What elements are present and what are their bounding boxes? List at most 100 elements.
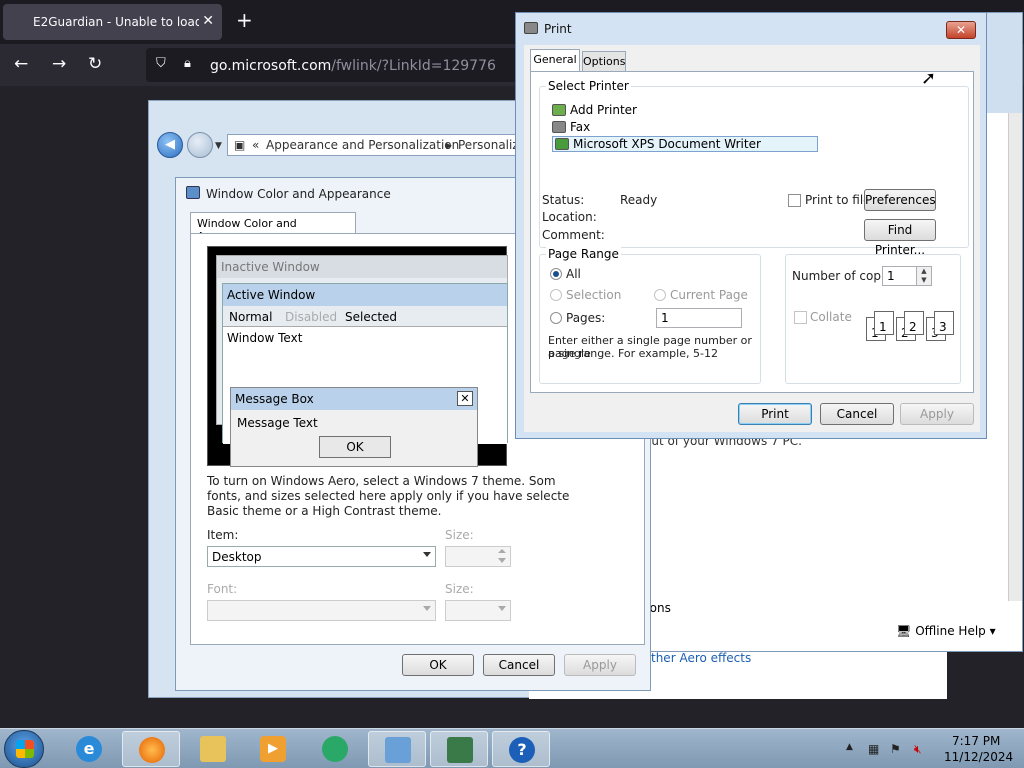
url-host: go.microsoft.com bbox=[210, 58, 332, 74]
monitor-icon: 🖥︎ bbox=[896, 624, 912, 638]
range-selection-radio[interactable] bbox=[550, 289, 562, 301]
apply-button[interactable]: Apply bbox=[564, 654, 636, 676]
folder-icon bbox=[200, 736, 226, 762]
close-tab-icon[interactable]: ✕ bbox=[202, 13, 214, 29]
taskbar-app[interactable] bbox=[306, 731, 364, 767]
item-value: Desktop bbox=[212, 550, 262, 564]
msgbox-ok-button[interactable]: OK bbox=[319, 436, 391, 458]
taskbar-firefox[interactable] bbox=[122, 731, 180, 767]
status-value: Ready bbox=[620, 193, 658, 207]
taskbar-explorer[interactable] bbox=[184, 731, 242, 767]
recent-pages-icon[interactable]: ▼ bbox=[215, 141, 222, 151]
printer-add[interactable]: Add Printer bbox=[552, 103, 637, 117]
dialog-icon bbox=[186, 186, 200, 199]
appearance-preview[interactable]: Inactive Window Active Window Normal Dis… bbox=[207, 246, 508, 467]
font-size-label: Size: bbox=[445, 582, 474, 596]
find-printer-button[interactable]: Find Printer... bbox=[864, 219, 936, 257]
help-icon: ? bbox=[509, 737, 535, 763]
status-label: Status: bbox=[542, 193, 585, 207]
menu-disabled[interactable]: Disabled bbox=[285, 310, 337, 324]
taskbar-help[interactable]: ? bbox=[492, 731, 550, 767]
shield-icon[interactable]: ⛉ bbox=[156, 56, 166, 71]
pages-value: 1 bbox=[661, 311, 669, 325]
breadcrumb-appearance[interactable]: Appearance and Personalization bbox=[266, 138, 459, 152]
cancel-button[interactable]: Cancel bbox=[820, 403, 894, 425]
copies-group: Number of copies: 1 ▲▼ Collate 1 1 2 2 3… bbox=[785, 254, 961, 384]
print-dialog: Print ✕ General Options Select Printer A… bbox=[515, 12, 987, 439]
dropdown-arrow-icon: ▾ bbox=[989, 624, 996, 638]
size-spinner[interactable] bbox=[445, 546, 511, 567]
preview-message-box[interactable]: Message Box ✕ Message Text OK bbox=[230, 387, 478, 467]
pages-input[interactable]: 1 bbox=[656, 308, 742, 328]
back-arrow-icon[interactable]: ◀ bbox=[157, 132, 183, 158]
range-current-label: Current Page bbox=[670, 288, 748, 302]
printer-xps[interactable]: Microsoft XPS Document Writer bbox=[552, 136, 818, 152]
control-panel-icon: ▣ bbox=[234, 138, 246, 152]
copies-spinner[interactable]: ▲ ▼ bbox=[916, 266, 932, 286]
browser-tab[interactable]: E2Guardian - Unable to load web page ✕ bbox=[3, 4, 222, 40]
preferences-button[interactable]: Preferences bbox=[864, 189, 936, 211]
tab-window-color[interactable]: Window Color and Appearance bbox=[190, 212, 356, 243]
collate-page: 2 bbox=[904, 311, 924, 335]
select-printer-group: Select Printer Add Printer Fax Microsoft… bbox=[539, 79, 969, 257]
show-hidden-icons[interactable]: ▲ bbox=[846, 742, 853, 752]
clock-date[interactable]: 11/12/2024 bbox=[944, 750, 1013, 764]
range-pages-radio[interactable] bbox=[550, 312, 562, 324]
print-to-file-label: Print to file bbox=[805, 193, 871, 207]
taskbar-personalization[interactable] bbox=[430, 731, 488, 767]
print-title: Print bbox=[544, 22, 572, 36]
copies-value: 1 bbox=[887, 269, 895, 283]
forward-arrow-icon[interactable] bbox=[187, 132, 213, 158]
start-button[interactable] bbox=[4, 730, 44, 768]
close-icon[interactable]: ✕ bbox=[457, 391, 473, 406]
taskbar: e ▶ ? ▲ ▦ ⚑ 🔇︎ 7:17 PM 11/12/2024 bbox=[0, 728, 1024, 768]
printer-fax[interactable]: Fax bbox=[552, 120, 590, 134]
help-scrollbar[interactable] bbox=[1008, 113, 1022, 601]
breadcrumb-sep: « bbox=[252, 138, 260, 152]
collate-page: 1 bbox=[874, 311, 894, 335]
network-icon[interactable]: ▦ bbox=[868, 742, 879, 756]
print-to-file-checkbox[interactable] bbox=[788, 194, 801, 207]
clock-time[interactable]: 7:17 PM bbox=[952, 734, 1000, 748]
font-select[interactable] bbox=[207, 600, 436, 621]
lock-icon[interactable]: 🔒︎ bbox=[184, 56, 191, 71]
taskbar-ie[interactable]: e bbox=[60, 731, 118, 767]
back-icon[interactable]: ← bbox=[14, 54, 28, 74]
select-printer-title: Select Printer bbox=[546, 79, 631, 93]
window-text: Window Text bbox=[227, 331, 303, 345]
tab-options[interactable]: Options bbox=[582, 51, 626, 71]
mouse-cursor-icon: ➚ bbox=[921, 68, 937, 89]
range-all-radio[interactable] bbox=[550, 268, 562, 280]
collate-checkbox[interactable] bbox=[794, 311, 807, 324]
item-select[interactable]: Desktop bbox=[207, 546, 436, 567]
menu-normal[interactable]: Normal bbox=[229, 310, 272, 324]
taskbar-media-player[interactable]: ▶ bbox=[244, 731, 302, 767]
page-range-group: Page Range All Selection Current Page Pa… bbox=[539, 247, 761, 384]
action-center-flag-icon[interactable]: ⚑ bbox=[890, 742, 901, 756]
reload-icon[interactable]: ↻ bbox=[88, 54, 102, 74]
location-label: Location: bbox=[542, 210, 597, 224]
menu-selected[interactable]: Selected bbox=[345, 310, 397, 324]
printer-fax-label: Fax bbox=[570, 120, 591, 134]
add-printer-icon bbox=[552, 104, 566, 116]
tab-general[interactable]: General bbox=[530, 49, 580, 71]
general-panel: Select Printer Add Printer Fax Microsoft… bbox=[530, 71, 974, 393]
forward-icon[interactable]: → bbox=[52, 54, 66, 74]
new-tab-icon[interactable]: + bbox=[236, 10, 253, 30]
close-icon[interactable]: ✕ bbox=[946, 21, 976, 39]
taskbar-control-panel[interactable] bbox=[368, 731, 426, 767]
ok-button[interactable]: OK bbox=[402, 654, 474, 676]
preview-menu: Normal Disabled Selected bbox=[223, 306, 507, 326]
apply-button[interactable]: Apply bbox=[900, 403, 974, 425]
desc-line-1: To turn on Windows Aero, select a Window… bbox=[207, 474, 556, 488]
offline-help-button[interactable]: 🖥︎ Offline Help ▾ bbox=[896, 624, 996, 638]
print-button[interactable]: Print bbox=[738, 403, 812, 425]
aero-effects-link[interactable]: ther Aero effects bbox=[651, 651, 751, 665]
font-size-select[interactable] bbox=[445, 600, 511, 621]
range-current-radio[interactable] bbox=[654, 289, 666, 301]
cancel-button[interactable]: Cancel bbox=[483, 654, 555, 676]
inactive-caption: Inactive Window bbox=[217, 256, 507, 278]
item-label: Item: bbox=[207, 528, 239, 542]
volume-muted-icon[interactable]: 🔇︎ bbox=[914, 742, 922, 757]
font-label: Font: bbox=[207, 582, 238, 596]
